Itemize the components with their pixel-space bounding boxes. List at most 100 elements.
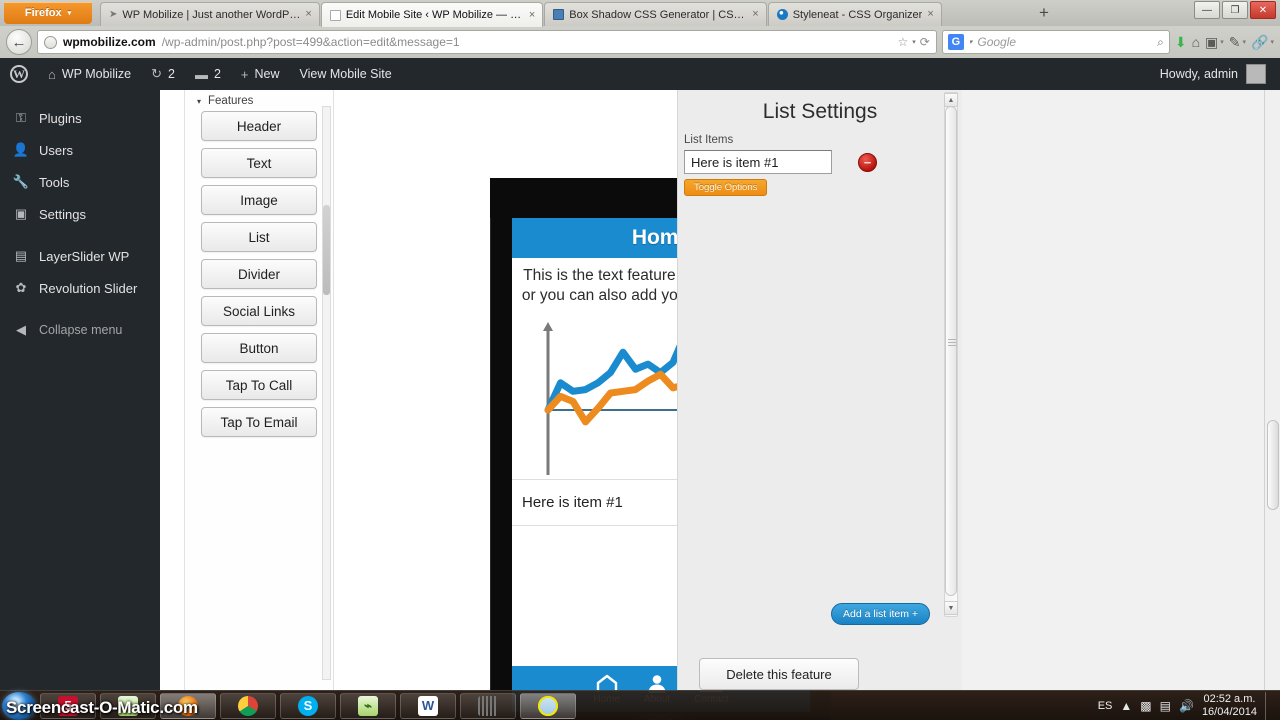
- wordpress-icon: W: [10, 65, 28, 83]
- sidebar-item-revolution-slider[interactable]: ✿ Revolution Slider: [0, 272, 160, 304]
- settings-panel-title: List Settings: [762, 100, 878, 123]
- browser-tab-2[interactable]: Box Shadow CSS Generator | CSSmatic ×: [544, 2, 767, 26]
- bookmark-star-icon[interactable]: ☆: [898, 35, 909, 49]
- url-path: /wp-admin/post.php?post=499&action=edit&…: [161, 35, 460, 49]
- address-bar[interactable]: wpmobilize.com /wp-admin/post.php?post=4…: [37, 30, 937, 54]
- sidebar-item-collapse-menu[interactable]: ◀ Collapse menu: [0, 314, 160, 346]
- arrow-favicon: ➤: [109, 9, 118, 20]
- new-content-menu[interactable]: + New: [231, 58, 290, 90]
- taskbar-item-notepad-plus[interactable]: ⌁: [340, 692, 396, 719]
- feature-button-button[interactable]: Button: [201, 333, 317, 363]
- home-icon[interactable]: ⌂: [1192, 34, 1200, 50]
- language-indicator[interactable]: ES: [1098, 700, 1113, 712]
- taskbar-item-screencast-o-matic[interactable]: [520, 692, 576, 719]
- taskbar-item-skype[interactable]: S: [280, 692, 336, 719]
- sidebar-item-layerslider[interactable]: ▤ LayerSlider WP: [0, 240, 160, 272]
- word-icon: W: [418, 695, 438, 716]
- account-menu[interactable]: Howdy, admin: [1160, 64, 1280, 84]
- search-bar[interactable]: G ▾ Google ⌕: [941, 30, 1170, 54]
- network-icon[interactable]: ▤: [1160, 699, 1171, 713]
- clock-date: 16/04/2014: [1201, 705, 1257, 718]
- feature-button-text[interactable]: Text: [201, 148, 317, 178]
- close-icon[interactable]: ×: [927, 9, 933, 20]
- features-panel-header[interactable]: ▾ Features: [185, 90, 333, 111]
- view-mobile-site-link[interactable]: View Mobile Site: [290, 58, 402, 90]
- add-list-item-button[interactable]: Add a list item +: [831, 603, 930, 625]
- close-icon[interactable]: ×: [752, 9, 758, 20]
- list-item-input[interactable]: [684, 150, 832, 174]
- collapse-icon: ◀: [16, 322, 26, 337]
- link-icon[interactable]: 🔗 ▾: [1251, 34, 1274, 51]
- reload-icon[interactable]: ⟳: [920, 35, 930, 49]
- search-input[interactable]: Google: [977, 35, 1016, 49]
- tab-title: WP Mobilize | Just another WordPress...: [122, 8, 301, 21]
- screencast-watermark: Screencast-O-Matic.com: [6, 698, 198, 717]
- sidebar-item-plugins[interactable]: ⚿ Plugins: [0, 102, 160, 134]
- features-scrollbar[interactable]: [322, 106, 331, 680]
- chevron-down-icon[interactable]: ▾: [912, 38, 916, 46]
- scrollbar-grip-icon: [948, 339, 956, 347]
- howdy-label: Howdy, admin: [1159, 67, 1238, 81]
- feature-button-image[interactable]: Image: [201, 185, 317, 215]
- features-scrollbar-thumb[interactable]: [323, 205, 330, 295]
- skype-icon: S: [298, 695, 318, 716]
- feature-button-divider[interactable]: Divider: [201, 259, 317, 289]
- system-tray: ES ▲ ▩ ▤ 🔊 02:52 a.m. 16/04/2014: [1098, 691, 1280, 720]
- sidebar-item-users[interactable]: 👤 Users: [0, 134, 160, 166]
- page-scrollbar-thumb[interactable]: [1267, 420, 1279, 510]
- feature-button-tap-to-email[interactable]: Tap To Email: [201, 407, 317, 437]
- taskbar-item-word[interactable]: W: [400, 692, 456, 719]
- scroll-down-arrow[interactable]: ▼: [944, 601, 958, 615]
- restore-button[interactable]: ❐: [1222, 1, 1248, 19]
- show-hidden-icons-arrow[interactable]: ▲: [1120, 699, 1132, 713]
- new-tab-button[interactable]: +: [1034, 4, 1054, 24]
- settings-scrollbar-thumb[interactable]: [945, 106, 957, 596]
- wp-logo-menu[interactable]: W: [0, 58, 38, 90]
- bookmarks-icon[interactable]: ▣ ▾: [1205, 34, 1224, 51]
- site-name-menu[interactable]: ⌂ WP Mobilize: [38, 58, 141, 90]
- security-icon[interactable]: ▩: [1140, 699, 1151, 713]
- tabs-container: ➤ WP Mobilize | Just another WordPress..…: [100, 2, 943, 27]
- feature-button-list[interactable]: List: [201, 222, 317, 252]
- feature-button-header[interactable]: Header: [201, 111, 317, 141]
- browser-tab-0[interactable]: ➤ WP Mobilize | Just another WordPress..…: [100, 2, 320, 26]
- updates-count: 2: [168, 67, 175, 81]
- sidebar-item-label: Users: [39, 142, 73, 158]
- site-name-label: WP Mobilize: [61, 67, 132, 81]
- taskbar-item-snipping-tool[interactable]: [460, 692, 516, 719]
- toggle-options-button[interactable]: Toggle Options: [684, 179, 768, 196]
- firefox-menu-button[interactable]: Firefox ▾: [4, 2, 92, 24]
- tab-strip: Firefox ▾ ➤ WP Mobilize | Just another W…: [0, 0, 1280, 27]
- eyedropper-icon[interactable]: ✎ ▾: [1229, 34, 1246, 51]
- browser-tab-1[interactable]: Edit Mobile Site ‹ WP Mobilize — Wor... …: [320, 2, 544, 27]
- search-icon[interactable]: ⌕: [1157, 35, 1164, 50]
- close-window-button[interactable]: ✕: [1250, 1, 1276, 19]
- show-desktop-button[interactable]: [1265, 691, 1274, 720]
- sidebar-item-settings[interactable]: ▣ Settings: [0, 198, 160, 230]
- chevron-down-icon[interactable]: ▾: [969, 38, 973, 46]
- google-icon: G: [947, 34, 964, 50]
- chevron-down-icon: ▾: [197, 96, 202, 106]
- close-icon[interactable]: ×: [305, 9, 311, 20]
- feature-button-tap-to-call[interactable]: Tap To Call: [201, 370, 317, 400]
- updates-menu[interactable]: ↻ 2: [141, 58, 185, 90]
- taskbar-item-chrome[interactable]: [220, 692, 276, 719]
- minimize-button[interactable]: —: [1194, 1, 1220, 19]
- features-panel: ▾ Features Header Text Image List Divide…: [184, 90, 334, 690]
- tab-title: Styleneat - CSS Organizer: [792, 8, 923, 21]
- sidebar-item-label: Tools: [39, 174, 70, 190]
- back-button[interactable]: ←: [6, 29, 32, 55]
- feature-button-social-links[interactable]: Social Links: [201, 296, 317, 326]
- remove-list-item-button[interactable]: −: [858, 152, 877, 172]
- sidebar-item-tools[interactable]: 🔧 Tools: [0, 166, 160, 198]
- close-icon[interactable]: ×: [529, 9, 535, 21]
- comments-menu[interactable]: ▬ 2: [185, 58, 231, 90]
- volume-icon[interactable]: 🔊: [1179, 699, 1194, 713]
- clock[interactable]: 02:52 a.m. 16/04/2014: [1202, 693, 1257, 718]
- download-icon[interactable]: ⬇: [1175, 34, 1187, 51]
- delete-feature-button[interactable]: Delete this feature: [699, 658, 859, 690]
- scroll-up-arrow[interactable]: ▲: [944, 93, 958, 107]
- browser-tab-3[interactable]: Styleneat - CSS Organizer ×: [767, 2, 942, 26]
- page-scrollbar-track[interactable]: [1264, 90, 1280, 690]
- new-label: New: [254, 67, 280, 81]
